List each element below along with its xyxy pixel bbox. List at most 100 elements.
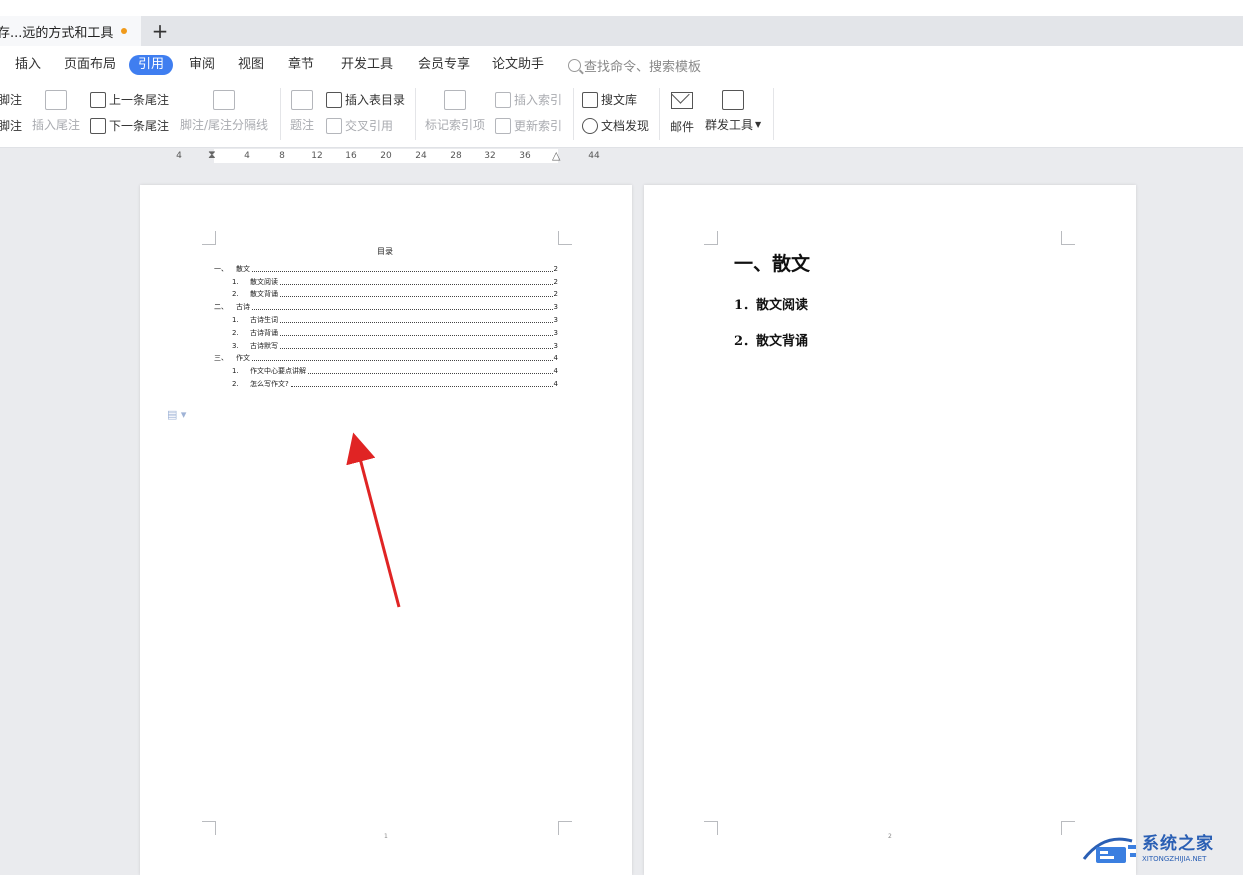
- menu-view[interactable]: 视图: [238, 56, 264, 74]
- toc-entry[interactable]: 二、 古诗 3: [214, 299, 558, 313]
- toc-leader: [252, 309, 553, 311]
- caption-label: 题注: [290, 118, 315, 132]
- next-endnote-button[interactable]: 下一条尾注: [90, 118, 169, 134]
- toc-entry-text: 2. 散文背诵: [214, 290, 279, 300]
- ruler-tick: 32: [484, 151, 496, 161]
- toc-entry[interactable]: 1. 作文中心要点讲解 4: [214, 363, 558, 377]
- insert-endnote-button[interactable]: 插入尾注: [32, 90, 80, 133]
- toc-entry-page: 4: [553, 367, 558, 376]
- toc-entry[interactable]: 三、 作文 4: [214, 351, 558, 364]
- page-number: 2: [888, 833, 892, 840]
- update-index-button[interactable]: 更新索引: [495, 118, 562, 134]
- toc-entry-number: 二、: [214, 303, 228, 312]
- toc-entry-number: 2.: [232, 290, 239, 299]
- insert-index-icon: [495, 92, 511, 108]
- toc-entry[interactable]: 2. 散文背诵 2: [214, 287, 558, 300]
- ruler-tick: 4: [244, 151, 250, 161]
- toc-leader: [290, 385, 553, 387]
- footnote-button[interactable]: 脚注: [0, 118, 22, 134]
- table-of-contents[interactable]: 一、 散文 2 1. 散文阅读 2 2. 散文背诵 2 二、 古诗 3 1. 古诗生词 3 2. 古诗…: [214, 261, 558, 389]
- toc-entry-text: 1. 作文中心要点讲解: [214, 367, 307, 377]
- insert-table-of-figures-button[interactable]: 插入表目录: [326, 92, 405, 108]
- heading-level-2[interactable]: 2．散文背诵: [734, 330, 808, 349]
- toc-leader: [280, 321, 553, 323]
- document-discover-label: 文档发现: [601, 119, 650, 133]
- toc-entry[interactable]: 3. 古诗默写 3: [214, 338, 558, 351]
- document-page-1[interactable]: 目录 一、 散文 2 1. 散文阅读 2 2. 散文背诵 2 二、 古诗 3 1. 古诗生词 3 2…: [140, 185, 632, 875]
- toc-entry-number: 1.: [232, 315, 239, 324]
- toc-entry[interactable]: 1. 古诗生词 3: [214, 312, 558, 325]
- heading-level-2[interactable]: 1．散文阅读: [734, 294, 808, 313]
- watermark-text: 系统之家 XITONGZHIJIA.NET: [1142, 834, 1214, 864]
- toc-entry[interactable]: 一、 散文 2: [214, 261, 558, 274]
- toc-entry-label: 古诗生词: [250, 315, 278, 324]
- insert-index-button[interactable]: 插入索引: [495, 92, 562, 108]
- mass-send-tools-text: 群发工具 ▼: [705, 116, 761, 133]
- mail-button[interactable]: 邮件: [670, 90, 694, 135]
- toc-entry-label: 作文中心要点讲解: [250, 367, 306, 376]
- menu-developer[interactable]: 开发工具: [341, 56, 393, 74]
- note-separator-button[interactable]: 脚注/尾注分隔线: [180, 90, 268, 133]
- note-separator-label: 脚注/尾注分隔线: [180, 118, 269, 132]
- table-of-figures-icon: [326, 92, 342, 108]
- search-library-button[interactable]: 搜文库: [582, 92, 637, 108]
- right-indent-marker-icon[interactable]: △: [552, 149, 560, 162]
- document-discover-button[interactable]: 文档发现: [582, 118, 649, 134]
- document-page-2[interactable]: 一、散文 1．散文阅读 2．散文背诵 2: [644, 185, 1136, 875]
- margin-corner: [202, 231, 216, 245]
- insert-footnote-button[interactable]: 脚注: [0, 92, 22, 108]
- toc-entry-page: 2: [553, 290, 558, 299]
- toc-entry-text: 一、 散文: [214, 264, 251, 274]
- unsaved-indicator: [121, 28, 127, 34]
- toc-entry[interactable]: 2. 怎么写作文? 4: [214, 376, 558, 389]
- document-tab[interactable]: 存...远的方式和工具: [0, 16, 141, 46]
- toc-leader: [252, 360, 553, 362]
- paste-options-icon[interactable]: ▤ ▾: [167, 408, 186, 421]
- toc-entry-number: 一、: [214, 264, 228, 273]
- toc-entry-number: 2.: [232, 379, 239, 388]
- cross-reference-icon: [326, 118, 342, 134]
- menu-insert[interactable]: 插入: [15, 56, 41, 74]
- ruler-tick: 8: [279, 151, 285, 161]
- menu-references[interactable]: 引用: [129, 55, 174, 75]
- search-icon: [568, 59, 581, 72]
- new-tab-button[interactable]: +: [149, 18, 171, 44]
- menu-chapter[interactable]: 章节: [288, 56, 314, 74]
- toc-leader: [280, 347, 553, 349]
- menu-review[interactable]: 审阅: [189, 56, 215, 74]
- toc-entry-text: 二、 古诗: [214, 303, 251, 313]
- toc-entry[interactable]: 1. 散文阅读 2: [214, 274, 558, 287]
- indent-marker-icon[interactable]: ⧗: [208, 148, 216, 162]
- toc-entry[interactable]: 2. 古诗背诵 3: [214, 325, 558, 338]
- insert-endnote-label: 插入尾注: [32, 118, 81, 132]
- page-number: 1: [384, 833, 388, 840]
- ruler-tick: 20: [380, 151, 392, 161]
- library-search-icon: [582, 92, 598, 108]
- heading-level-1[interactable]: 一、散文: [734, 249, 810, 276]
- cross-reference-button[interactable]: 交叉引用: [326, 118, 393, 134]
- menu-member[interactable]: 会员专享: [418, 56, 470, 74]
- prev-endnote-button[interactable]: 上一条尾注: [90, 92, 169, 108]
- toc-entry-page: 3: [553, 328, 558, 337]
- mark-index-entry-button[interactable]: 标记索引项: [425, 90, 485, 133]
- mass-send-icon: [722, 90, 745, 110]
- update-index-icon: [495, 118, 511, 134]
- ribbon-separator: [659, 88, 660, 140]
- ribbon-separator: [280, 88, 281, 140]
- toc-entry-label: 作文: [236, 354, 250, 363]
- toc-entry-label: 古诗背诵: [250, 328, 278, 337]
- toc-leader: [280, 283, 553, 285]
- toc-entry-text: 三、 作文: [214, 354, 251, 364]
- compass-icon: [582, 118, 598, 134]
- command-search[interactable]: 查找命令、搜索模板: [568, 56, 701, 75]
- ruler-tick: 12: [311, 151, 323, 161]
- toc-entry-page: 2: [553, 264, 558, 273]
- menu-page-layout[interactable]: 页面布局: [64, 56, 116, 74]
- menu-thesis-assistant[interactable]: 论文助手: [492, 56, 544, 74]
- mass-send-tools-button[interactable]: 群发工具 ▼: [705, 90, 761, 133]
- toc-entry-number: 3.: [232, 341, 239, 350]
- endnote-icon: [45, 90, 67, 110]
- toc-leader: [280, 334, 553, 336]
- toc-leader: [308, 373, 553, 375]
- caption-button[interactable]: 题注: [290, 90, 314, 133]
